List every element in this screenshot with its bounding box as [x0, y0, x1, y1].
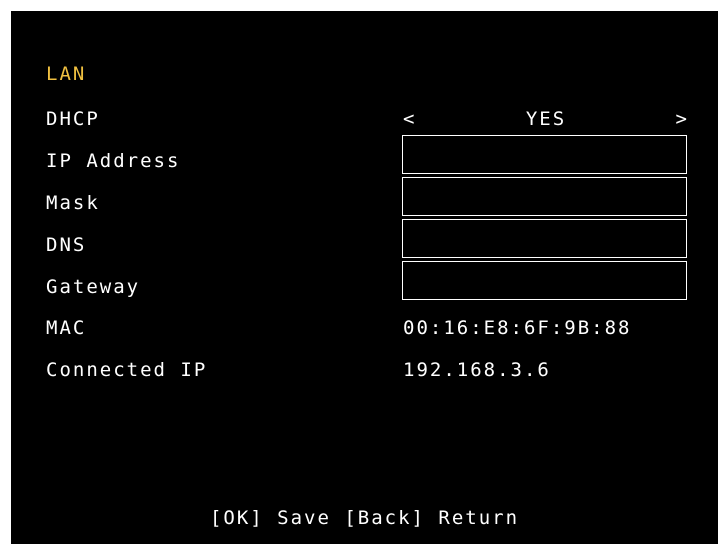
section-title: LAN [46, 63, 87, 85]
gateway-field[interactable] [402, 261, 687, 300]
dhcp-label: DHCP [46, 108, 100, 130]
ip-address-label: IP Address [46, 150, 181, 172]
ip-address-field[interactable] [402, 135, 687, 174]
dns-field[interactable] [402, 219, 687, 258]
connected-ip-value: 192.168.3.6 [403, 359, 551, 381]
footer-hint: [OK] Save [Back] Return [209, 507, 520, 529]
dns-label: DNS [46, 234, 87, 256]
mask-label: Mask [46, 192, 100, 214]
chevron-right-icon[interactable]: > [676, 108, 689, 130]
mac-label: MAC [46, 317, 87, 339]
gateway-label: Gateway [46, 276, 141, 298]
mask-field[interactable] [402, 177, 687, 216]
dhcp-value: YES [525, 108, 567, 130]
mac-value: 00:16:E8:6F:9B:88 [403, 317, 632, 339]
connected-ip-label: Connected IP [46, 359, 208, 381]
lan-settings-screen: LAN DHCP < YES > IP Address Mask DNS Gat… [11, 11, 718, 544]
dhcp-selector[interactable]: < YES > [403, 108, 689, 130]
